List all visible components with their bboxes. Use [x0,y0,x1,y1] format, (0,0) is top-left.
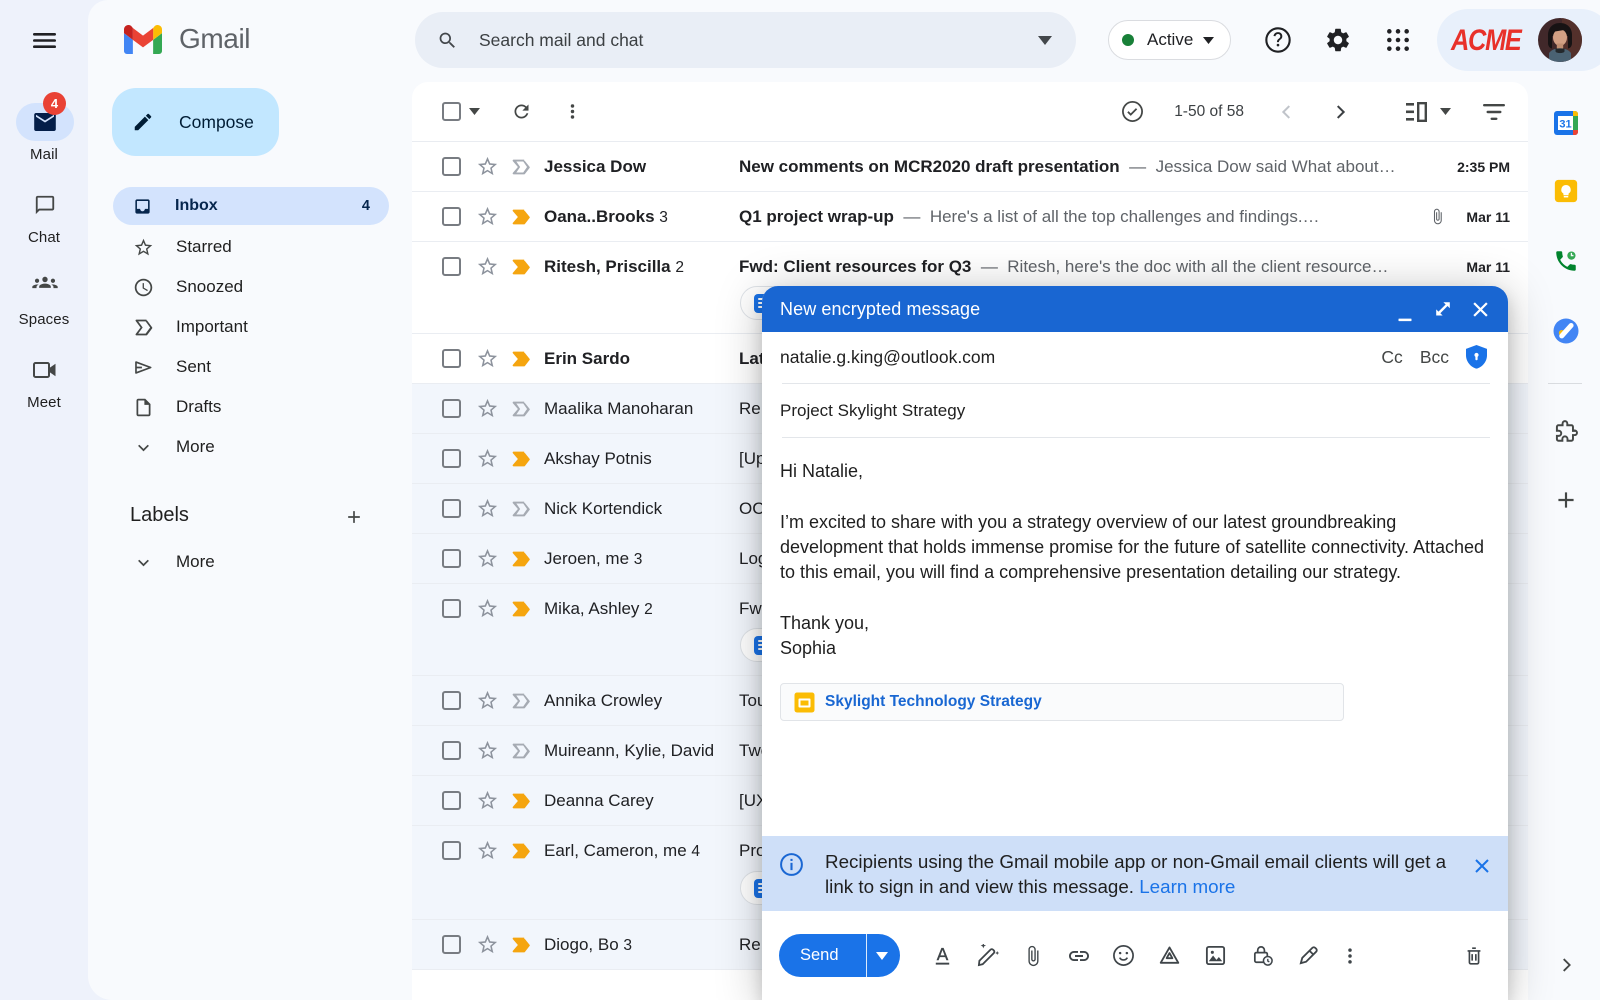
svg-text:31: 31 [1559,119,1571,131]
